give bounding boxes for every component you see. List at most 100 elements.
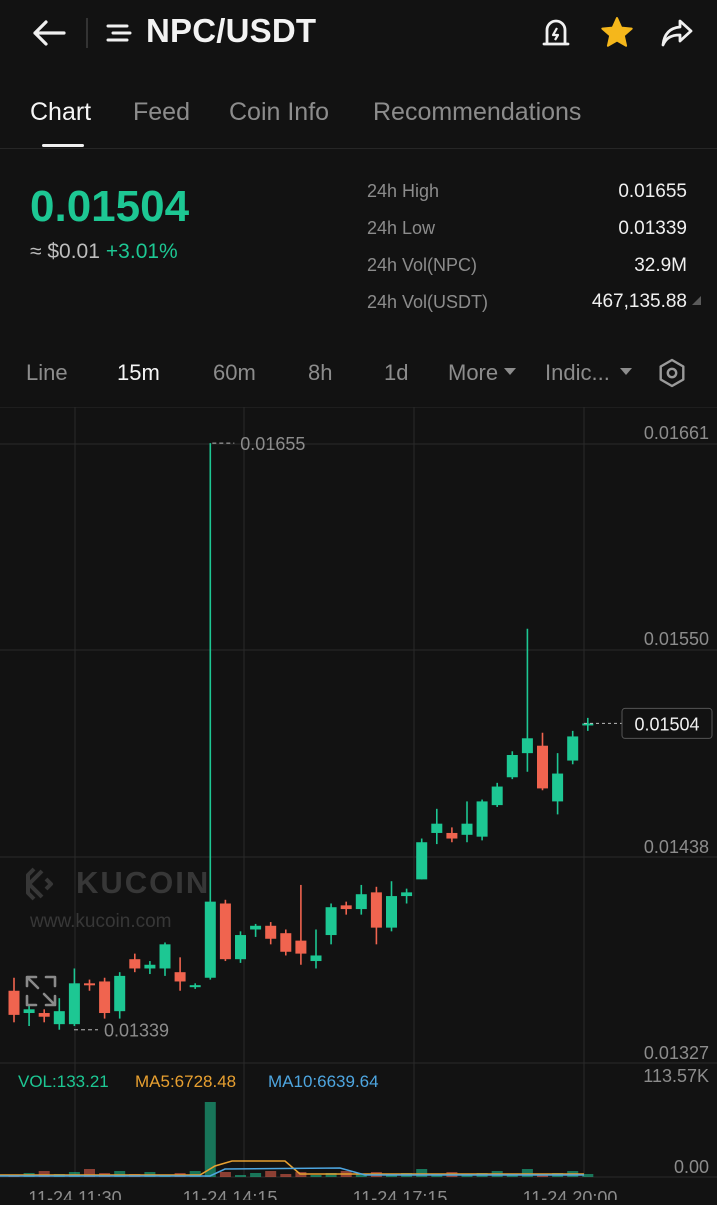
candle-body: [461, 823, 473, 835]
fullscreen-icon[interactable]: [25, 975, 57, 1007]
top-bar: NPC/USDT: [0, 0, 717, 70]
candlestick-chart[interactable]: KUCOIN www.kucoin.com 0.01655 0.01339 0.01…: [0, 406, 717, 1205]
candle-body: [129, 959, 141, 969]
price-axis: 0.01661 0.01550 0.01438 0.01327: [644, 423, 709, 1063]
menu-icon[interactable]: [104, 18, 134, 48]
tab-feed[interactable]: Feed: [133, 98, 190, 127]
candle: [370, 886, 382, 945]
active-tab-indicator: [42, 144, 84, 147]
indicators-dropdown[interactable]: Indic...: [545, 360, 632, 386]
volume-bar: [310, 1175, 322, 1177]
back-arrow-icon[interactable]: [28, 14, 70, 52]
watermark-url: www.kucoin.com: [29, 911, 172, 932]
candle: [491, 782, 503, 807]
candle-body: [114, 975, 126, 1012]
candle: [38, 1009, 50, 1023]
interval-1d[interactable]: 1d: [384, 360, 408, 386]
kucoin-logo-icon: [26, 867, 53, 901]
candle: [144, 961, 156, 975]
interval-more-label: More: [448, 360, 499, 385]
interval-line[interactable]: Line: [26, 360, 68, 386]
time-tick-label: 11-24 11:30: [28, 1188, 121, 1200]
last-price-axis-label: 0.01504: [634, 714, 699, 734]
low-marker-label: 0.01339: [104, 1021, 169, 1041]
star-icon[interactable]: [598, 14, 636, 52]
pair-title[interactable]: NPC/USDT: [146, 12, 316, 50]
candle-body: [38, 1013, 50, 1017]
corner-triangle-icon: [692, 296, 701, 305]
stat-vol-usdt-value: 467,135.88: [592, 291, 687, 313]
share-icon[interactable]: [658, 14, 696, 52]
candle-body: [370, 892, 382, 928]
candle-body: [280, 933, 292, 952]
stat-high-value: 0.01655: [618, 181, 687, 202]
candle-body: [23, 1009, 35, 1014]
interval-15m[interactable]: 15m: [117, 360, 160, 386]
stat-low-value: 0.01339: [618, 218, 687, 239]
candle-body: [219, 903, 231, 960]
candle-body: [340, 905, 352, 910]
candle-body: [310, 955, 322, 962]
interval-more-dropdown[interactable]: More: [448, 360, 517, 386]
candle: [552, 753, 564, 815]
price-tick-label: 0.01661: [644, 423, 709, 443]
caret-down-icon: [619, 367, 632, 375]
candle-body: [84, 983, 95, 986]
candle-body: [144, 964, 156, 969]
indicators-label: Indic...: [545, 360, 610, 385]
candle-body: [537, 745, 548, 789]
alert-icon[interactable]: [538, 14, 574, 52]
chart-settings-icon[interactable]: [656, 357, 688, 389]
candle-body: [552, 773, 564, 802]
volume-zero-label: 0.00: [674, 1157, 709, 1177]
interval-8h[interactable]: 8h: [308, 360, 332, 386]
candle: [416, 838, 428, 880]
tab-chart[interactable]: Chart: [30, 98, 91, 127]
candle-body: [506, 754, 518, 778]
candle: [84, 979, 95, 991]
candle: [219, 899, 231, 962]
candle: [280, 929, 292, 956]
candle: [265, 922, 277, 945]
volume-bar: [219, 1172, 231, 1177]
candle-body: [446, 832, 458, 839]
candle: [401, 888, 413, 904]
ma10-legend: MA10:6639.64: [268, 1072, 379, 1091]
candle-body: [189, 985, 201, 988]
candle: [23, 1005, 35, 1027]
candle-body: [325, 907, 337, 936]
candle: [99, 977, 111, 1019]
candle-body: [521, 738, 533, 754]
tab-coin-info[interactable]: Coin Info: [229, 98, 329, 127]
candle: [567, 730, 579, 765]
candle: [431, 808, 443, 845]
candle: [325, 903, 337, 945]
candle-body: [174, 972, 186, 982]
price-tick-label: 0.01327: [644, 1043, 709, 1063]
stat-vol-npc-label: 24h Vol(NPC): [367, 255, 478, 275]
high-marker-label: 0.01655: [240, 434, 305, 454]
candle: [295, 884, 307, 965]
time-tick-label: 11-24 14:15: [183, 1188, 278, 1200]
volume-bar: [250, 1173, 262, 1177]
candle-body: [159, 944, 171, 969]
candle-body: [401, 892, 413, 897]
interval-60m[interactable]: 60m: [213, 360, 256, 386]
chart-grid: [0, 406, 717, 1178]
time-tick-label: 11-24 20:00: [523, 1188, 618, 1200]
candle: [68, 968, 80, 1027]
fiat-price: ≈ $0.01: [30, 240, 100, 263]
price-fiat-change: ≈ $0.01 +3.01%: [30, 240, 178, 264]
candle-body: [53, 1011, 65, 1025]
candle-body: [355, 894, 367, 910]
volume-legend: VOL:133.21: [18, 1072, 109, 1091]
last-price: 0.01504: [30, 182, 190, 231]
ma5-legend: MA5:6728.48: [135, 1072, 236, 1091]
volume-panel: VOL:133.21 MA5:6728.48 MA10:6639.64 113.57K…: [0, 1066, 709, 1177]
stat-low-label: 24h Low: [367, 218, 436, 238]
candle-body: [99, 981, 111, 1014]
tab-recommendations[interactable]: Recommendations: [373, 98, 581, 127]
caret-down-icon: [504, 367, 517, 375]
volume-max-label: 113.57K: [643, 1066, 709, 1086]
chart-canvas[interactable]: KUCOIN www.kucoin.com 0.01655 0.01339 0.01…: [0, 406, 717, 1205]
